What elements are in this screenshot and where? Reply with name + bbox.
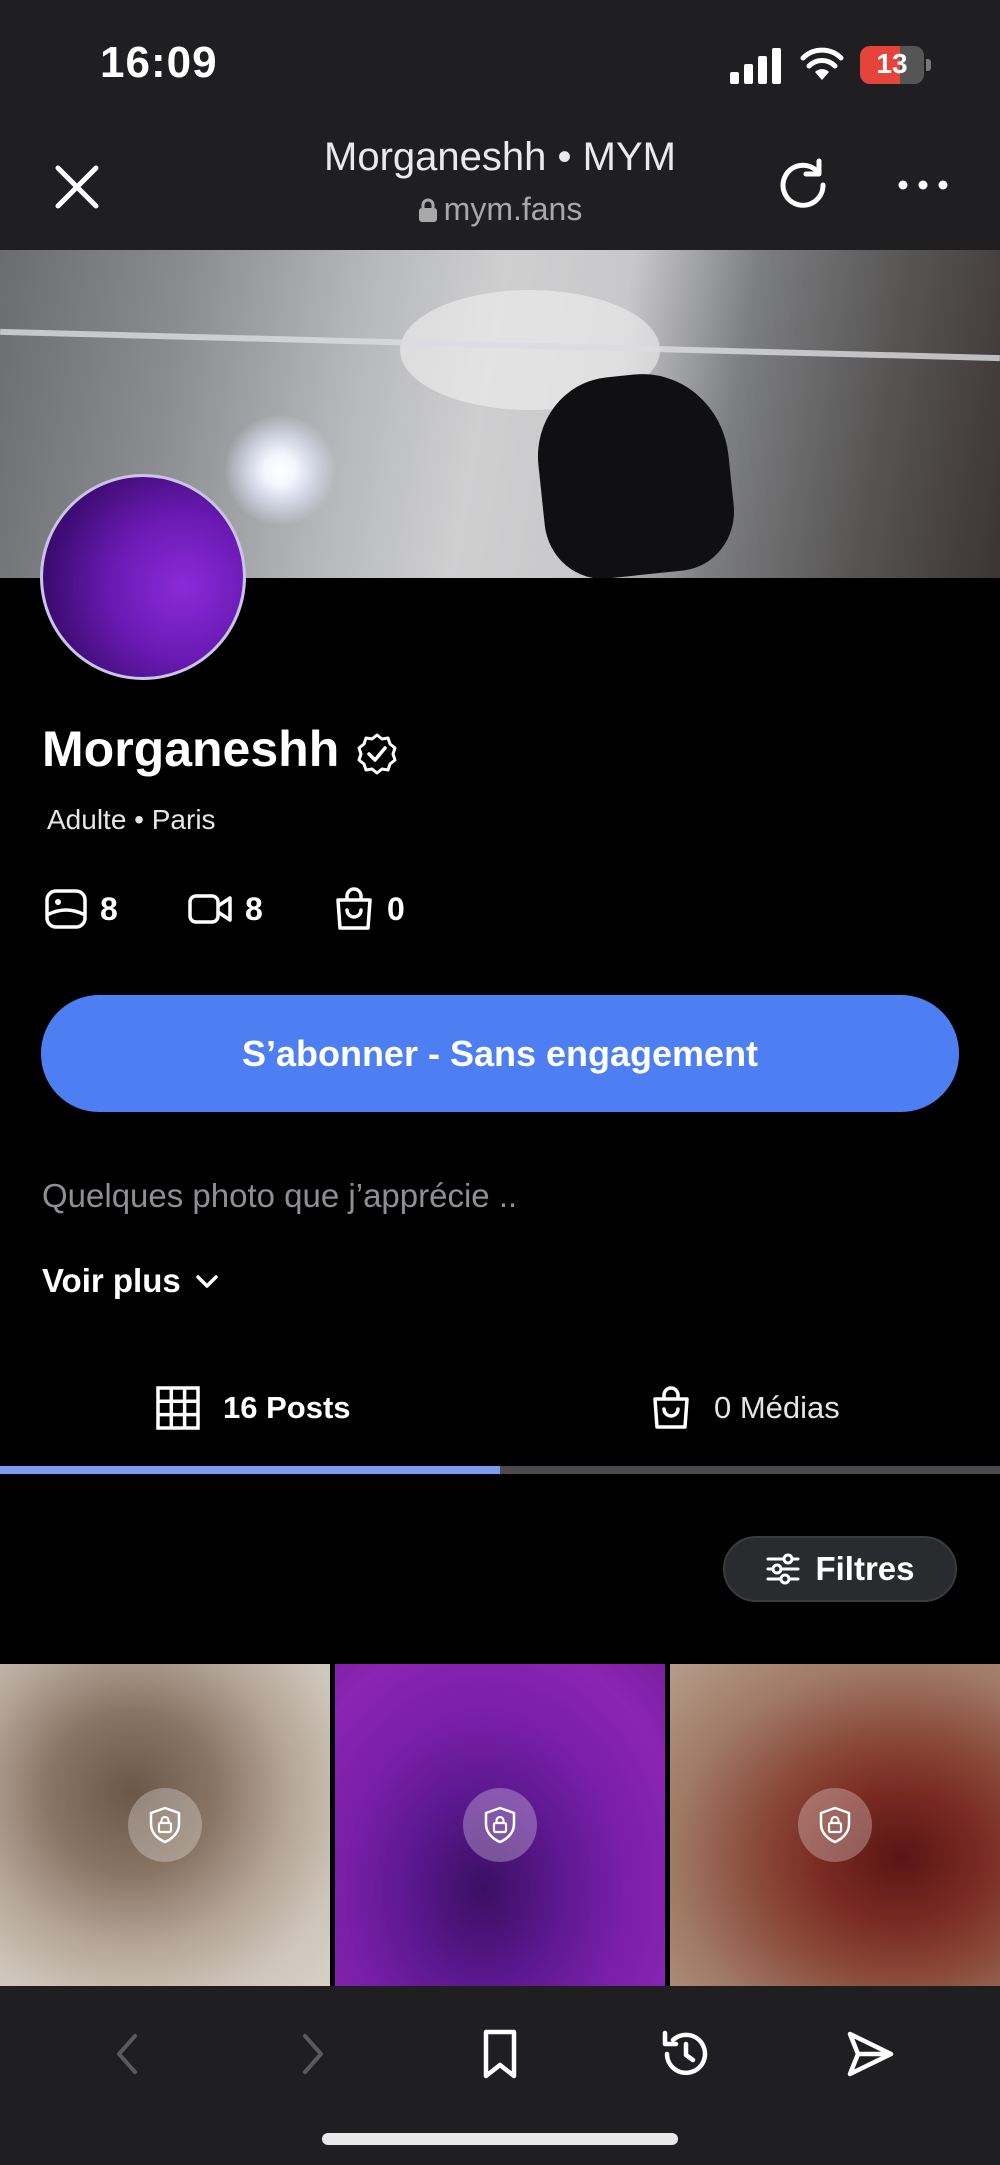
chevron-down-icon [196,1275,218,1288]
tab-media-label: 0 Médias [714,1390,840,1425]
tab-posts-label: 16 Posts [223,1390,351,1425]
subscribe-button[interactable]: S’abonner - Sans engagement [41,995,959,1112]
tab-posts[interactable]: 16 Posts [155,1358,351,1458]
see-more-label: Voir plus [42,1262,181,1299]
url-bar[interactable]: mym.fans [300,191,700,228]
home-indicator[interactable] [322,2133,678,2145]
bookmark-button[interactable] [470,2024,530,2084]
verified-badge-icon [357,733,397,775]
post-thumbnail[interactable] [335,1664,665,1986]
locked-content-icon [128,1788,202,1862]
locked-content-icon [798,1788,872,1862]
tab-active-indicator [0,1466,500,1474]
filters-button[interactable]: Filtres [723,1536,957,1602]
stat-videos: 8 [187,884,263,934]
stat-shop: 0 [333,884,405,934]
shopping-bag-icon [336,887,372,930]
reload-icon[interactable] [773,155,833,215]
battery-icon: 13 [860,46,931,84]
signal-icon [730,48,781,84]
battery-level: 13 [876,48,908,79]
post-thumbnail[interactable] [0,1664,330,1986]
avatar[interactable] [40,474,246,680]
status-bar: 16:09 13 [0,0,1000,125]
stat-videos-count: 8 [245,890,263,927]
history-icon [662,2030,708,2076]
grid-icon [156,1386,200,1430]
browser-toolbar [0,1986,1000,2165]
shopping-bag-icon [653,1386,689,1429]
forward-button[interactable] [283,2024,343,2084]
wifi-icon [800,47,844,80]
profile-bio: Quelques photo que j’apprécie .. [42,1177,518,1214]
see-more-button[interactable]: Voir plus [42,1262,221,1300]
locked-content-icon [463,1788,537,1862]
share-button[interactable] [840,2024,900,2084]
filters-label: Filtres [815,1550,915,1587]
browser-header: Morganeshh • MYM mym.fans [0,125,1000,250]
post-thumbnail[interactable] [670,1664,1000,1986]
sliders-icon [766,1553,800,1585]
lock-icon [418,198,437,222]
photo-icon [45,889,87,929]
video-icon [188,894,232,924]
tab-media[interactable]: 0 Médias [650,1358,840,1458]
chevron-right-icon [303,2034,323,2074]
close-icon[interactable] [50,160,104,214]
profile-tabs: 16 Posts 0 Médias [0,1358,1000,1474]
history-button[interactable] [656,2024,716,2084]
stat-photos-count: 8 [100,890,118,927]
back-button[interactable] [97,2024,157,2084]
bookmark-icon [483,2029,517,2079]
status-time: 16:09 [100,38,218,87]
profile-meta: Adulte • Paris [47,804,216,835]
profile-name: Morganeshh [42,721,340,777]
stat-photos: 8 [44,884,118,934]
send-icon [847,2031,894,2077]
stat-shop-count: 0 [387,890,405,927]
url-text: mym.fans [443,191,583,227]
post-grid [0,1664,1000,1986]
more-icon[interactable] [895,165,951,205]
page-title: Morganeshh • MYM [324,135,676,179]
chevron-left-icon [117,2034,137,2074]
